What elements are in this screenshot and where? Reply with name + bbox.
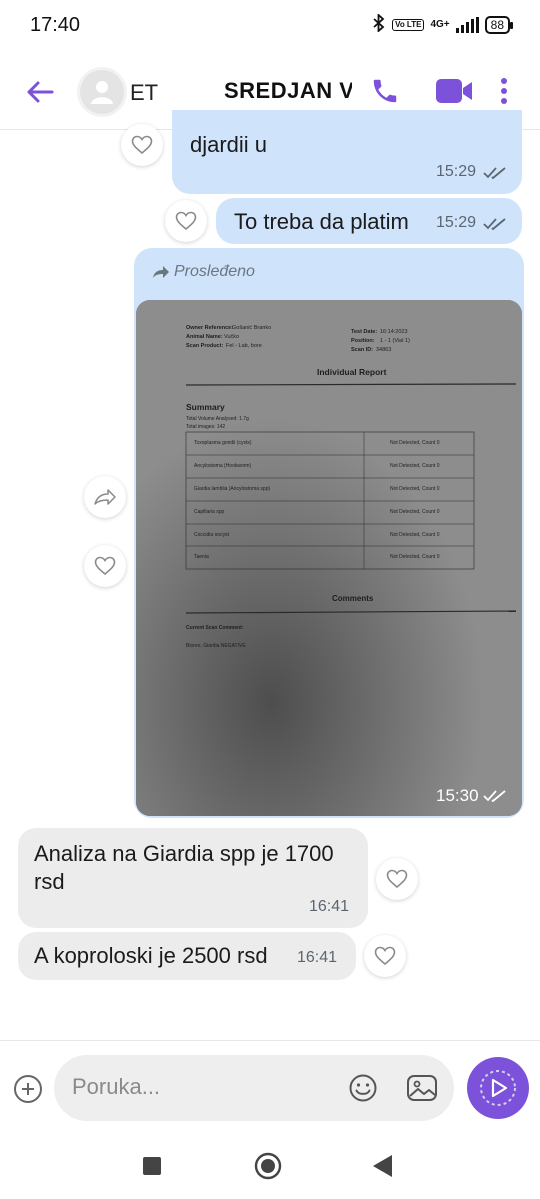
heart-icon[interactable] (165, 200, 207, 242)
animal-name-label: Animal Name: (186, 334, 223, 340)
read-ticks-icon (483, 789, 507, 808)
table-cell: Not Detected, Count 0 (390, 440, 440, 446)
owner-reference-value: Gošanić Branko (232, 325, 271, 331)
phone-icon[interactable] (370, 76, 400, 111)
heart-icon[interactable] (121, 124, 163, 166)
square-icon[interactable] (142, 1156, 162, 1181)
status-icons: Vo LTE 4G+ 88 (372, 12, 514, 35)
send-button[interactable] (467, 1057, 529, 1119)
message-text-line: rsd (34, 869, 65, 894)
status-bar: 17:40 Vo LTE 4G+ 88 (0, 0, 540, 54)
table-cell: Not Detected, Count 0 (390, 554, 440, 560)
table-cell: Capillaria spp (194, 509, 225, 515)
table-cell: Not Detected, Count 0 (390, 463, 440, 469)
table-cell: Coccidia oocyst (194, 532, 230, 538)
forwarded-text: Prosleđeno (174, 263, 255, 280)
table-cell: Toxoplasma gondii (cysts) (194, 440, 252, 446)
message-input-placeholder: Poruka... (72, 1074, 161, 1099)
message-composer: Poruka... (0, 1040, 540, 1136)
summary-line: Total images: 142 (186, 424, 225, 430)
message-text: To treba da platim (234, 209, 409, 234)
table-cell: Giardia lamblia (Ancylostoma spp) (194, 486, 270, 492)
gallery-icon[interactable] (406, 1073, 438, 1108)
system-nav-bar (0, 1136, 540, 1199)
table-cell: Not Detected, Count 0 (390, 509, 440, 515)
table-cell: Not Detected, Count 0 (390, 532, 440, 538)
avatar-name-fragment: ET (130, 80, 159, 105)
avatar[interactable] (80, 70, 124, 114)
test-date-label: Test Date: (351, 329, 377, 335)
read-ticks-icon (483, 217, 507, 236)
scan-product-value: Fel - Lab, bore (226, 343, 262, 349)
forwarded-label: Prosleđeno (152, 263, 255, 281)
message-time: 15:30 (436, 786, 479, 805)
heart-icon[interactable] (364, 935, 406, 977)
animal-name-value: Vučko (224, 334, 239, 340)
emoji-icon[interactable] (348, 1073, 378, 1108)
message-time: 15:29 (436, 163, 477, 180)
position-value: 1 - 1 (Vial 1) (380, 338, 410, 344)
bluetooth-icon (372, 12, 386, 35)
heart-icon[interactable] (84, 545, 126, 587)
message-time: 16:41 (297, 949, 338, 966)
scan-id-label: Scan ID: (351, 347, 373, 353)
volte-icon: Vo LTE (392, 18, 425, 31)
table-cell: Taenia (194, 554, 209, 560)
message-time: 16:41 (309, 898, 350, 915)
report-photo[interactable]: Owner Reference: Gošanić Branko Animal N… (136, 300, 522, 816)
test-date-value: 16:14:2023 (380, 329, 408, 335)
plus-circle-icon[interactable] (14, 1075, 42, 1103)
battery-icon: 88 (484, 15, 514, 34)
current-comment-label: Current Scan Comment: (186, 625, 244, 631)
table-cell: Ancylostoma (Hookworm) (194, 463, 252, 469)
read-ticks-icon (483, 166, 507, 185)
status-time: 17:40 (30, 14, 81, 36)
heart-icon[interactable] (376, 858, 418, 900)
home-circle-icon[interactable] (254, 1152, 282, 1185)
message-text: A koproloski je 2500 rsd (34, 943, 268, 968)
position-label: Position: (351, 338, 375, 344)
send-icon (480, 1070, 516, 1106)
video-camera-icon[interactable] (434, 76, 474, 111)
signal-icon (455, 16, 479, 33)
contact-name[interactable]: SREDJAN VE (224, 78, 352, 104)
message-text-line: Analiza na Giardia spp je 1700 (34, 841, 334, 866)
network-type: 4G+ (430, 18, 450, 30)
comments-heading: Comments (332, 594, 374, 603)
summary-line: Total Volume Analysed: 1.7g (186, 416, 249, 422)
scan-id-value: 34863 (376, 347, 391, 353)
arrow-left-icon[interactable] (24, 76, 56, 108)
message-input[interactable]: Poruka... (54, 1055, 454, 1121)
more-vertical-icon[interactable] (500, 76, 508, 111)
forward-icon[interactable] (84, 476, 126, 518)
table-cell: Not Detected, Count 0 (390, 486, 440, 492)
message-text: djardii u (190, 132, 268, 157)
report-document: Owner Reference: Gošanić Branko Animal N… (136, 300, 522, 816)
triangle-back-icon[interactable] (372, 1154, 394, 1183)
report-title: Individual Report (317, 367, 387, 377)
comment-text: Bioreo, Giardia NEGATIVE (186, 643, 246, 649)
owner-reference-label: Owner Reference: (186, 325, 233, 331)
scan-product-label: Scan Product: (186, 343, 223, 349)
forward-icon (153, 266, 169, 278)
message-time: 15:29 (436, 214, 477, 231)
summary-heading: Summary (186, 402, 225, 412)
